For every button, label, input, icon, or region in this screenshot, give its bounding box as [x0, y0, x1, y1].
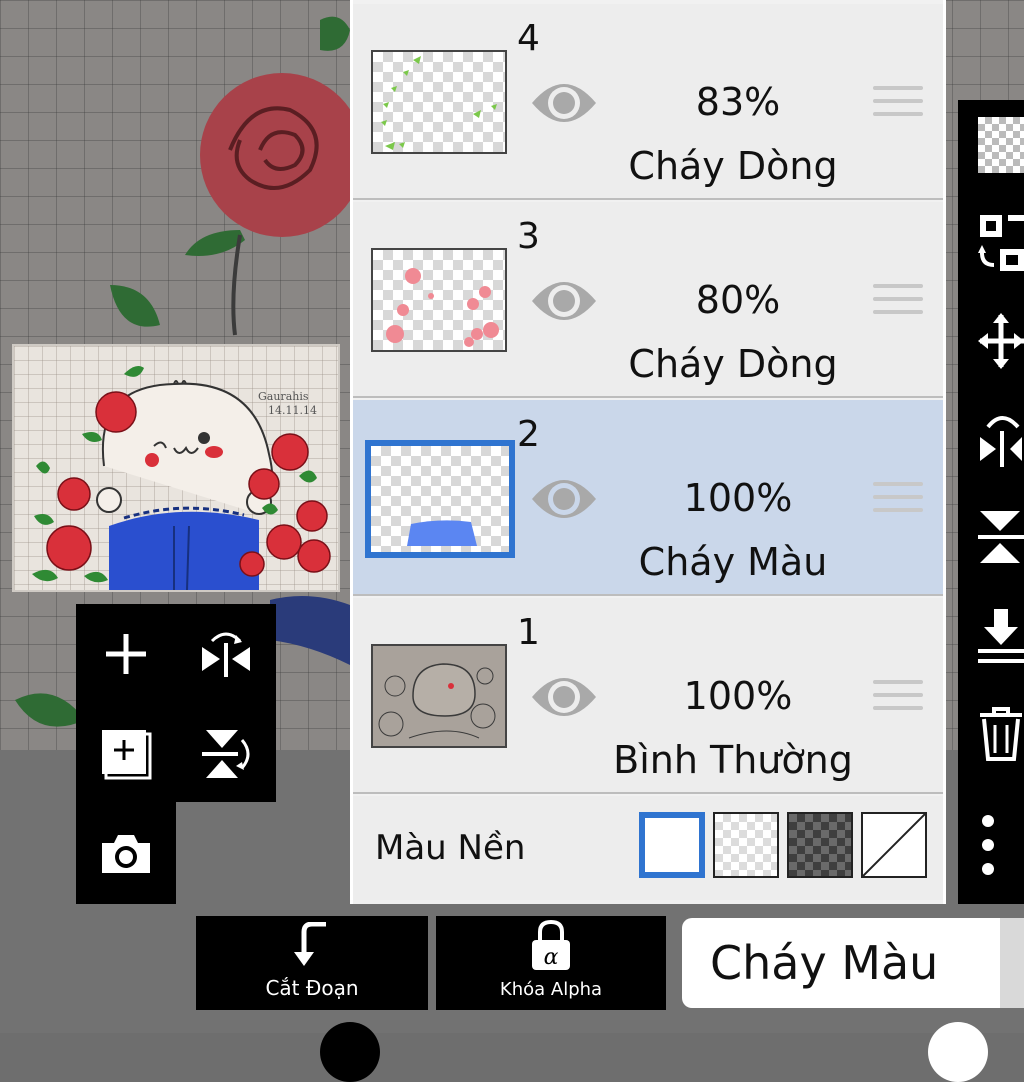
merge-down-icon — [978, 609, 1024, 663]
flip-horizontal-layer-button[interactable] — [176, 604, 276, 704]
layer-blend-mode: Cháy Màu — [638, 540, 828, 584]
preview-artwork — [32, 366, 331, 590]
visibility-eye-icon[interactable] — [529, 472, 599, 526]
signature-line-1: Gaurahis — [258, 390, 309, 403]
flip-vertical-button[interactable] — [958, 492, 1024, 582]
drag-handle-icon[interactable] — [873, 680, 923, 720]
camera-import-button[interactable] — [76, 804, 176, 904]
bg-white-swatch[interactable] — [639, 812, 705, 878]
clip-arrow-icon — [294, 922, 326, 966]
layer-number: 1 — [517, 612, 540, 653]
layer-opacity: 83% — [695, 80, 781, 124]
layer-thumbnail — [371, 248, 507, 352]
transform-button[interactable] — [958, 198, 1024, 288]
qr-transform-icon — [978, 215, 1024, 271]
layer-row[interactable]: 3 80% Cháy Dòng — [353, 202, 943, 398]
canvas-leaf-drawing — [110, 285, 160, 327]
layer-row[interactable]: 1 100% Bình Thường — [353, 598, 943, 794]
bg-light-checker-swatch[interactable] — [713, 812, 779, 878]
bg-none-swatch[interactable] — [861, 812, 927, 878]
merge-down-button[interactable] — [958, 590, 1024, 680]
layer-blend-mode: Cháy Dòng — [628, 342, 838, 386]
layer-blend-mode: Cháy Dòng — [628, 144, 838, 188]
alpha-lock-button[interactable]: α Khóa Alpha — [436, 916, 666, 1010]
background-color-label: Màu Nền — [375, 828, 526, 868]
delete-layer-button[interactable] — [958, 688, 1024, 778]
svg-text:α: α — [544, 945, 559, 970]
flip-horizontal-icon — [202, 632, 250, 677]
petals-thumbnail-art — [386, 268, 499, 347]
visibility-eye-icon[interactable] — [529, 670, 599, 724]
layer-row[interactable]: 4 83% Cháy Dòng — [353, 4, 943, 200]
layer-opacity: 80% — [695, 278, 781, 322]
blend-mode-value: Cháy Màu — [710, 936, 939, 990]
flip-horizontal-icon — [980, 416, 1022, 467]
alpha-lock-icon: α — [532, 920, 570, 970]
layers-panel: 4 83% Cháy Dòng 3 80% Cháy Dòng 2 100% C… — [350, 0, 946, 904]
duplicate-layer-button[interactable] — [76, 704, 176, 804]
diagonal-slash-icon — [862, 813, 926, 877]
flip-vertical-icon — [202, 730, 250, 778]
duplicate-layer-icon — [102, 730, 152, 780]
layer-number: 4 — [517, 18, 540, 59]
layer-thumbnail — [371, 50, 507, 154]
layer-thumbnail — [371, 644, 507, 748]
bottom-nav-button[interactable] — [928, 1022, 988, 1082]
signature-line-2: 14.11.14 — [268, 404, 317, 417]
add-layer-icon — [106, 634, 146, 674]
layer-blend-mode: Bình Thường — [613, 738, 853, 782]
layer-number: 2 — [517, 414, 540, 455]
flip-horizontal-button[interactable] — [958, 394, 1024, 484]
canvas-rose-drawing — [185, 16, 364, 336]
move-button[interactable] — [958, 296, 1024, 386]
layer-opacity: 100% — [683, 674, 793, 718]
chevron-up-icon[interactable] — [1000, 918, 1024, 1008]
clipping-button[interactable]: Cắt Đoạn — [196, 916, 428, 1010]
add-layer-button[interactable] — [76, 604, 176, 704]
layer-thumbnail — [365, 440, 515, 558]
bg-dark-checker-swatch[interactable] — [787, 812, 853, 878]
visibility-eye-icon[interactable] — [529, 274, 599, 328]
more-options-button[interactable] — [958, 800, 1024, 890]
drag-handle-icon[interactable] — [873, 482, 923, 522]
right-toolbar — [958, 100, 1024, 904]
clipping-label: Cắt Đoạn — [265, 976, 359, 1000]
camera-icon — [102, 835, 150, 873]
drag-handle-icon[interactable] — [873, 86, 923, 126]
bottom-nav-button[interactable] — [320, 1022, 380, 1082]
transparent-icon — [978, 117, 1024, 173]
more-icon — [982, 815, 994, 875]
visibility-eye-icon[interactable] — [529, 76, 599, 130]
preview-signature: Gaurahis 14.11.14 — [258, 390, 317, 418]
flip-vertical-layer-button[interactable] — [176, 704, 276, 804]
layer-row-selected[interactable]: 2 100% Cháy Màu — [353, 400, 943, 596]
reference-preview[interactable]: Gaurahis 14.11.14 — [12, 344, 340, 592]
background-color-row: Màu Nền — [353, 796, 943, 900]
blend-mode-dropdown[interactable]: Cháy Màu — [682, 918, 1000, 1008]
layer-opacity: 100% — [683, 476, 793, 520]
transparent-fill-button[interactable] — [958, 100, 1024, 190]
alpha-lock-label: Khóa Alpha — [499, 979, 603, 1000]
canvas-shirt-drawing — [270, 596, 350, 665]
layer-number: 3 — [517, 216, 540, 257]
leaves-thumbnail-art — [381, 56, 497, 150]
sketch-thumbnail-art — [378, 663, 496, 739]
move-icon — [978, 313, 1024, 369]
trash-icon — [980, 707, 1022, 761]
drag-handle-icon[interactable] — [873, 284, 923, 324]
flip-vertical-icon — [978, 511, 1024, 563]
shirt-thumbnail-art — [407, 520, 477, 546]
